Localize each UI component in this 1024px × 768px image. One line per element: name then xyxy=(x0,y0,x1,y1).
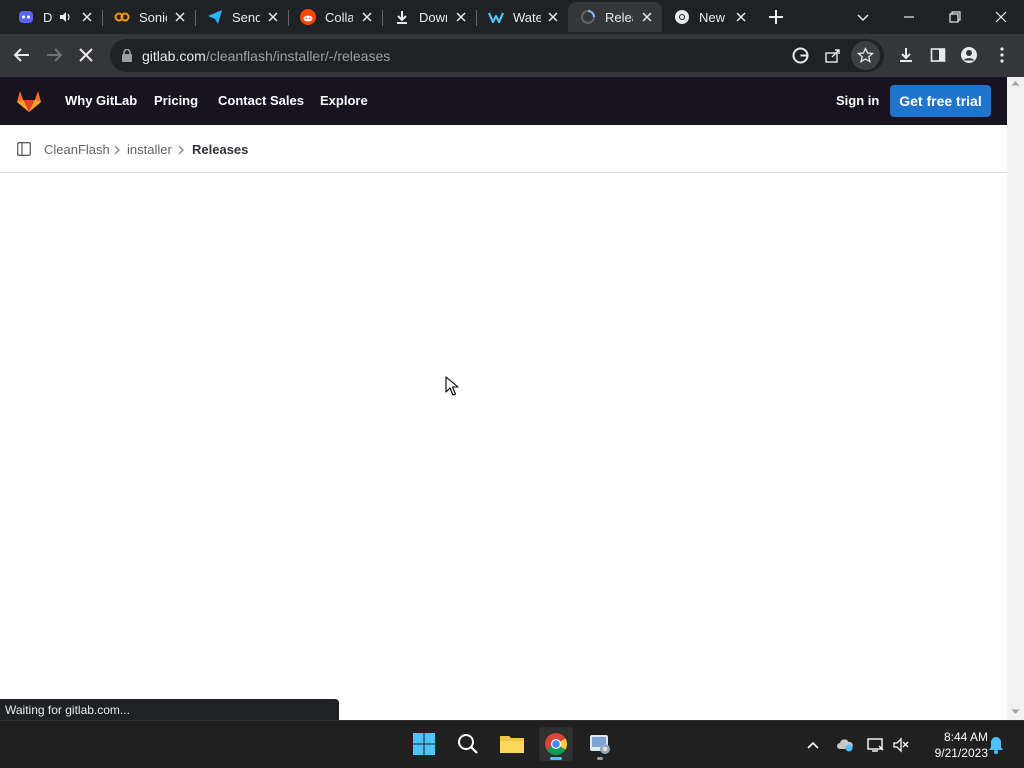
address-bar[interactable]: gitlab.com/cleanflash/installer/-/releas… xyxy=(110,39,884,72)
browser-toolbar: gitlab.com/cleanflash/installer/-/releas… xyxy=(0,34,1024,77)
volume-muted-icon[interactable] xyxy=(891,735,911,755)
network-icon[interactable] xyxy=(866,735,886,755)
download-icon xyxy=(394,9,410,25)
clock-date: 9/21/2023 xyxy=(934,746,988,760)
close-tab-icon[interactable] xyxy=(266,10,280,24)
stop-loading-icon[interactable] xyxy=(75,44,97,66)
clock-time: 8:44 AM xyxy=(943,730,988,744)
notification-bell-icon[interactable] xyxy=(986,735,1006,755)
tab-title: Send xyxy=(232,9,260,25)
close-tab-icon[interactable] xyxy=(173,10,187,24)
tab-new[interactable]: New xyxy=(662,2,756,32)
get-free-trial-button[interactable]: Get free trial xyxy=(890,85,991,117)
sign-in-link[interactable]: Sign in xyxy=(836,93,879,108)
running-app-indicator xyxy=(597,757,603,760)
start-windows-icon[interactable] xyxy=(407,727,441,761)
breadcrumb: CleanFlash installer Releases xyxy=(0,125,1007,173)
tab-title: Relea xyxy=(605,9,633,25)
tab-title: New xyxy=(699,9,726,25)
control-panel-icon[interactable] xyxy=(583,727,617,761)
chrome-icon xyxy=(674,9,690,25)
bookmark-star-button[interactable] xyxy=(851,41,880,70)
close-window-icon[interactable] xyxy=(989,5,1013,29)
web-page: Why GitLab Pricing Contact Sales Explore… xyxy=(0,77,1007,720)
tab-search-chevron-icon[interactable] xyxy=(851,5,875,29)
gitlab-top-nav: Why GitLab Pricing Contact Sales Explore… xyxy=(0,77,1007,125)
tray-overflow-chevron-icon[interactable] xyxy=(803,735,823,755)
chrome-taskbar-icon[interactable] xyxy=(539,727,573,761)
close-tab-icon[interactable] xyxy=(454,10,468,24)
search-icon[interactable] xyxy=(451,727,485,761)
share-icon[interactable] xyxy=(824,47,841,64)
chevron-right-icon xyxy=(112,143,122,155)
back-arrow-icon[interactable] xyxy=(11,44,33,66)
breadcrumb-cleanflash-link[interactable]: CleanFlash xyxy=(44,142,110,157)
waterfox-icon xyxy=(488,9,504,25)
scroll-up-arrow-icon[interactable] xyxy=(1011,80,1020,86)
side-panel-icon[interactable] xyxy=(927,44,949,66)
tab-title: Colla xyxy=(325,9,353,25)
chevron-right-icon xyxy=(176,143,186,155)
tab-title: Sonic xyxy=(139,9,167,25)
close-tab-icon[interactable] xyxy=(546,10,560,24)
file-explorer-icon[interactable] xyxy=(495,727,529,761)
taskbar-clock[interactable]: 8:44 AM 9/21/2023 xyxy=(918,729,988,761)
gitlab-tanuki-logo-icon[interactable] xyxy=(16,88,42,114)
url-text: gitlab.com/cleanflash/installer/-/releas… xyxy=(142,48,390,64)
reddit-icon xyxy=(300,9,316,25)
scroll-down-arrow-icon[interactable] xyxy=(1011,709,1020,715)
forward-arrow-icon[interactable] xyxy=(43,44,65,66)
tab-send[interactable]: Send xyxy=(195,2,289,32)
discord-app-icon xyxy=(18,9,34,25)
tab-discord[interactable]: D xyxy=(6,2,103,32)
star-icon xyxy=(857,47,874,63)
vertical-scrollbar[interactable] xyxy=(1007,77,1024,720)
google-lens-icon[interactable] xyxy=(792,47,809,64)
nav-explore-link[interactable]: Explore xyxy=(320,93,368,108)
nav-contact-sales-link[interactable]: Contact Sales xyxy=(218,93,304,108)
close-tab-icon[interactable] xyxy=(80,10,94,24)
loading-spinner-icon xyxy=(580,9,596,25)
minimize-icon[interactable] xyxy=(897,5,921,29)
onedrive-cloud-icon[interactable] xyxy=(835,735,855,755)
tab-strip: D Sonic Send Co xyxy=(0,0,1024,34)
downloads-icon[interactable] xyxy=(895,44,917,66)
close-tab-icon[interactable] xyxy=(640,10,654,24)
kebab-menu-icon[interactable] xyxy=(991,44,1013,66)
tab-sonic[interactable]: Sonic xyxy=(102,2,196,32)
tab-title: Wate xyxy=(513,9,541,25)
lock-icon[interactable] xyxy=(121,48,133,62)
sidebar-toggle-icon[interactable] xyxy=(17,142,31,156)
sonic-infinity-icon xyxy=(114,9,130,25)
nav-why-gitlab-link[interactable]: Why GitLab xyxy=(65,93,137,108)
windows-taskbar: 8:44 AM 9/21/2023 xyxy=(0,720,1024,768)
screen: D Sonic Send Co xyxy=(0,0,1024,768)
breadcrumb-current-releases: Releases xyxy=(192,142,249,157)
tab-title: Down xyxy=(419,9,447,25)
loading-status-bubble: Waiting for gitlab.com... xyxy=(0,699,339,720)
close-tab-icon[interactable] xyxy=(734,10,748,24)
close-tab-icon[interactable] xyxy=(360,10,374,24)
new-tab-plus-icon[interactable] xyxy=(766,7,786,27)
speaker-icon[interactable] xyxy=(58,10,72,24)
breadcrumb-installer-link[interactable]: installer xyxy=(127,142,172,157)
url-host: gitlab.com xyxy=(142,48,206,64)
tab-waterfox[interactable]: Wate xyxy=(476,2,568,32)
tab-download[interactable]: Down xyxy=(382,2,477,32)
nav-pricing-link[interactable]: Pricing xyxy=(154,93,198,108)
profile-avatar-icon[interactable] xyxy=(958,44,980,66)
restore-window-icon[interactable] xyxy=(943,5,967,29)
telegram-send-icon xyxy=(207,9,223,25)
tab-title: D xyxy=(43,9,53,25)
mouse-pointer-icon xyxy=(445,376,459,396)
active-app-indicator xyxy=(550,757,562,760)
tab-releases-active[interactable]: Relea xyxy=(568,2,662,32)
tab-reddit[interactable]: Colla xyxy=(288,2,383,32)
url-path: /cleanflash/installer/-/releases xyxy=(205,48,391,64)
